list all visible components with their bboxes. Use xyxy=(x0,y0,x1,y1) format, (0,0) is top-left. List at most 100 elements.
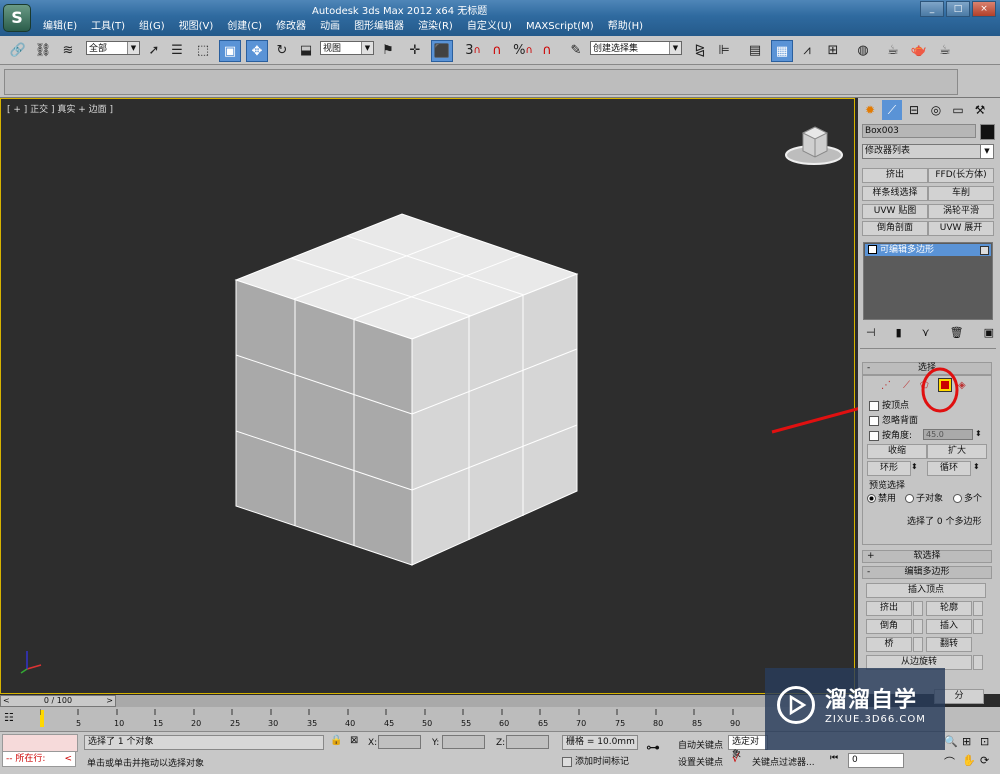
select-rotate-icon[interactable]: ↻ xyxy=(272,40,292,60)
field-of-view-icon[interactable]: ⌒ xyxy=(944,754,955,770)
key-filter-icon[interactable]: √ xyxy=(732,752,739,765)
orbit-icon[interactable]: ⟳ xyxy=(980,754,989,767)
set-key-button[interactable]: 设置关键点 xyxy=(678,755,723,768)
outline-settings-button[interactable] xyxy=(973,601,983,616)
menu-maxscript[interactable]: MAXScript(M) xyxy=(521,20,603,34)
display-tab-icon[interactable]: ▭ xyxy=(948,100,968,120)
maxscript-listener[interactable]: -- 所在行: < xyxy=(2,751,76,767)
chevron-right-icon[interactable]: > xyxy=(106,696,113,706)
current-frame-field[interactable]: 0 xyxy=(848,753,904,768)
time-slider[interactable] xyxy=(0,695,855,707)
named-selection-dropdown[interactable]: 创建选择集 ▼ xyxy=(590,41,682,55)
menu-graph-editors[interactable]: 图形编辑器 xyxy=(349,20,413,34)
loop-button[interactable]: 循环 xyxy=(927,461,971,476)
hinge-settings-button[interactable] xyxy=(973,655,983,670)
preview-subobject-radio[interactable]: 子对象 xyxy=(905,491,943,504)
maximize-button[interactable]: □ xyxy=(946,1,970,17)
link-icon[interactable]: 🔗 xyxy=(8,40,28,60)
show-end-result-icon[interactable]: ▮ xyxy=(896,326,902,340)
modifier-list-dropdown[interactable]: 修改器列表 ▼ xyxy=(862,144,994,159)
uvw-map-button[interactable]: UVW 贴图 xyxy=(862,204,928,219)
auto-key-button[interactable]: 自动关键点 xyxy=(678,738,723,751)
preview-off-radio[interactable]: 禁用 xyxy=(867,491,896,504)
ring-spinner-icon[interactable]: ⬍ xyxy=(911,462,918,471)
bridge-settings-button[interactable] xyxy=(913,637,923,652)
inset-button[interactable]: 插入 xyxy=(926,619,972,634)
bevel-profile-button[interactable]: 倒角剖面 xyxy=(862,221,928,236)
zoom-icon[interactable]: 🔍 xyxy=(944,735,958,748)
material-editor-icon[interactable]: ◍ xyxy=(853,40,873,60)
modifier-stack[interactable]: 可编辑多边形 xyxy=(863,242,993,320)
remove-modifier-icon[interactable]: 🗑 xyxy=(950,326,964,340)
render-setup-icon[interactable]: ☕ xyxy=(883,40,903,60)
window-crossing-icon[interactable]: ▣ xyxy=(219,40,241,62)
edit-named-selection-icon[interactable]: ✎ xyxy=(566,40,586,60)
pan-hand-icon[interactable]: ✋ xyxy=(962,754,976,767)
curve-editor-icon[interactable]: ⩘ xyxy=(797,40,817,60)
bevel-button[interactable]: 倒角 xyxy=(866,619,912,634)
add-time-tag[interactable]: 添加时间标记 xyxy=(562,754,629,767)
time-slider-thumb[interactable]: < 0 / 100 > xyxy=(0,695,116,707)
y-coordinate-input[interactable] xyxy=(442,735,485,749)
rectangle-selection-icon[interactable]: ⬚ xyxy=(193,40,213,60)
rendered-frame-icon[interactable]: 🫖 xyxy=(909,40,929,60)
perspective-viewport[interactable]: [ + ] 正交 ] 真实 + 边面 ] xyxy=(0,98,855,694)
unwrap-uvw-button[interactable]: UVW 展开 xyxy=(928,221,994,236)
menu-rendering[interactable]: 渲染(R) xyxy=(413,20,462,34)
menu-customize[interactable]: 自定义(U) xyxy=(462,20,521,34)
select-move-icon[interactable]: ✥ xyxy=(246,40,268,62)
spinner-arrows-icon[interactable]: ⬍ xyxy=(975,429,982,438)
menu-group[interactable]: 组(G) xyxy=(134,20,174,34)
spline-select-button[interactable]: 样条线选择 xyxy=(862,186,928,201)
minimize-button[interactable]: _ xyxy=(920,1,944,17)
pin-stack-icon[interactable]: ⊣ xyxy=(866,326,876,340)
menu-modifiers[interactable]: 修改器 xyxy=(271,20,315,34)
z-coordinate-input[interactable] xyxy=(506,735,549,749)
absolute-mode-icon[interactable]: ⊠ xyxy=(350,735,358,746)
viewport-label[interactable]: [ + ] 正交 ] 真实 + 边面 ] xyxy=(7,102,113,115)
ffd-box-modifier-button[interactable]: FFD(长方体) xyxy=(928,168,994,183)
outline-button[interactable]: 轮廓 xyxy=(926,601,972,616)
vertex-mode-icon[interactable]: ⋰ xyxy=(881,380,891,391)
select-by-name-icon[interactable]: ☰ xyxy=(167,40,187,60)
bevel-settings-button[interactable] xyxy=(913,619,923,634)
soft-selection-rollout-header[interactable]: + 软选择 xyxy=(862,550,992,563)
ring-button[interactable]: 环形 xyxy=(867,461,911,476)
stack-toggle-icon[interactable] xyxy=(980,246,989,255)
insert-vertex-button[interactable]: 插入顶点 xyxy=(866,583,986,598)
x-coordinate-input[interactable] xyxy=(378,735,421,749)
create-tab-icon[interactable]: ✹ xyxy=(860,100,880,120)
angle-spinner[interactable]: 45.0 xyxy=(923,429,973,440)
unlink-icon[interactable]: ⛓ xyxy=(33,40,53,60)
maxscript-listener-top[interactable] xyxy=(2,734,78,752)
utilities-tab-icon[interactable]: ⚒ xyxy=(970,100,990,120)
snap-toggle-icon[interactable]: 3 ∩ xyxy=(461,40,485,60)
menu-edit[interactable]: 编辑(E) xyxy=(38,20,86,34)
loop-spinner-icon[interactable]: ⬍ xyxy=(973,462,980,471)
flip-button[interactable]: 翻转 xyxy=(926,637,972,652)
ignore-backfacing-checkbox[interactable]: 忽略背面 xyxy=(869,413,918,426)
extrude-settings-button[interactable] xyxy=(913,601,923,616)
extrude-modifier-button[interactable]: 挤出 xyxy=(862,168,928,183)
key-filters-button[interactable]: 关键点过滤器... xyxy=(752,755,815,768)
auto-key-selection-dropdown[interactable]: 选定对象 xyxy=(728,735,768,760)
menu-views[interactable]: 视图(V) xyxy=(174,20,223,34)
by-vertex-checkbox[interactable]: 按顶点 xyxy=(869,398,909,411)
motion-tab-icon[interactable]: ◎ xyxy=(926,100,946,120)
menu-create[interactable]: 创建(C) xyxy=(222,20,271,34)
key-icon[interactable]: ⊶ xyxy=(646,740,660,756)
mirror-icon[interactable]: ⧎ xyxy=(690,40,710,60)
percent-snap-icon[interactable]: % ∩ xyxy=(511,40,535,60)
inset-settings-button[interactable] xyxy=(973,619,983,634)
zoom-extents-icon[interactable]: ⊡ xyxy=(980,735,989,748)
manipulate-icon[interactable]: ✛ xyxy=(405,40,425,60)
preview-multi-radio[interactable]: 多个 xyxy=(953,491,982,504)
turbosmooth-button[interactable]: 涡轮平滑 xyxy=(928,204,994,219)
view-cube[interactable] xyxy=(781,121,847,171)
menu-tools[interactable]: 工具(T) xyxy=(86,20,134,34)
pivot-center-icon[interactable]: ⚑ xyxy=(378,40,398,60)
modify-tab-icon[interactable]: ⟋ xyxy=(882,100,902,120)
configure-sets-icon[interactable]: ▣ xyxy=(984,326,994,340)
bind-spacewarp-icon[interactable]: ≋ xyxy=(58,40,78,60)
reference-coordinate-dropdown[interactable]: 视图 ▼ xyxy=(320,41,374,55)
